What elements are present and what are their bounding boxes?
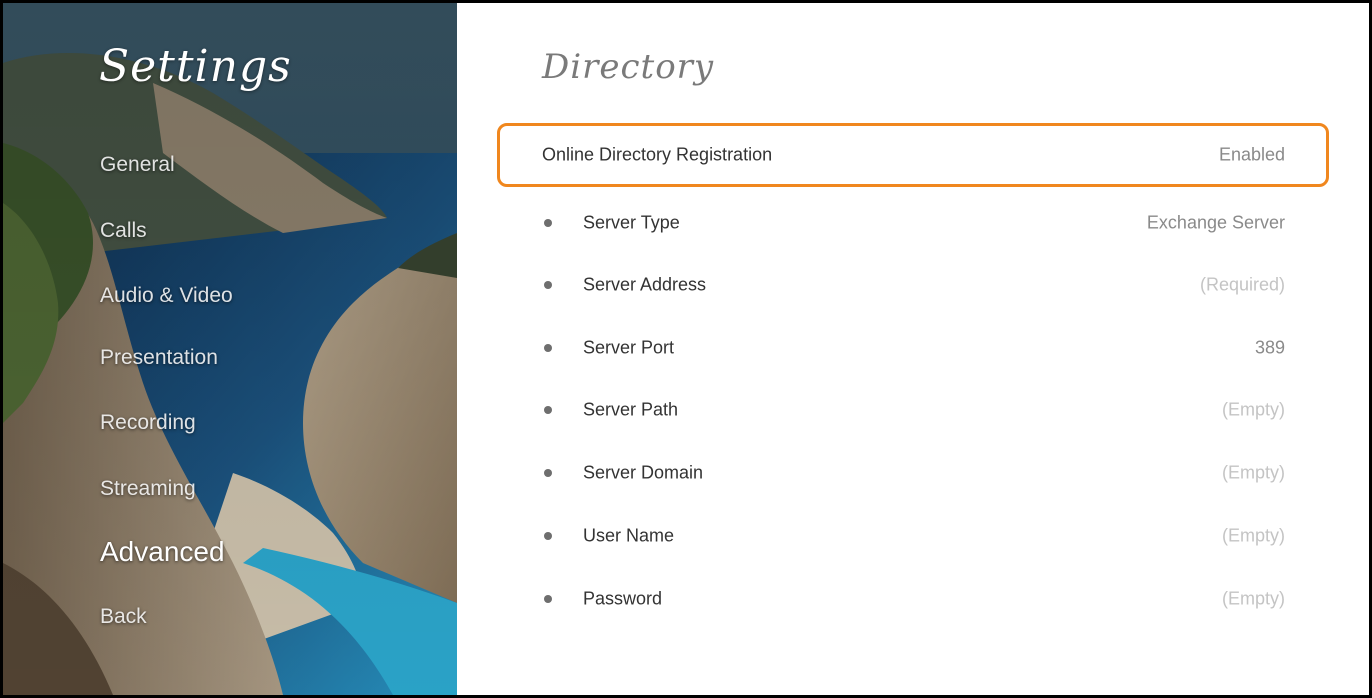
setting-row-server-path[interactable]: Server Path (Empty) (497, 378, 1329, 442)
setting-value: (Empty) (1222, 525, 1285, 546)
setting-value: (Required) (1199, 274, 1285, 295)
settings-title: Settings (99, 41, 292, 92)
setting-value: (Empty) (1222, 588, 1285, 609)
setting-label: Server Address (583, 274, 707, 295)
setting-label: Server Type (583, 212, 680, 233)
nav-item-recording[interactable]: Recording (100, 411, 196, 435)
landscape-background-image (3, 3, 457, 695)
nav-item-calls[interactable]: Calls (100, 219, 147, 243)
setting-value: Enabled (1218, 144, 1285, 165)
setting-row-user-name[interactable]: User Name (Empty) (497, 504, 1329, 568)
setting-label: Password (583, 588, 663, 609)
setting-label: Online Directory Registration (542, 144, 773, 165)
bullet-icon (544, 406, 552, 414)
setting-label: Server Domain (583, 462, 704, 483)
page-title: Directory (542, 47, 715, 87)
setting-row-online-directory-registration[interactable]: Online Directory Registration Enabled (497, 123, 1329, 187)
setting-row-server-address[interactable]: Server Address (Required) (497, 253, 1329, 317)
settings-sidebar: Settings General Calls Audio & Video Pre… (3, 3, 457, 695)
setting-row-password[interactable]: Password (Empty) (497, 567, 1329, 631)
setting-row-server-port[interactable]: Server Port 389 (497, 316, 1329, 380)
setting-label: Server Port (583, 337, 675, 358)
setting-value: 389 (1254, 337, 1285, 358)
setting-value: (Empty) (1222, 462, 1285, 483)
bullet-icon (544, 344, 552, 352)
nav-item-back[interactable]: Back (100, 605, 147, 629)
bullet-icon (544, 281, 552, 289)
bullet-icon (544, 532, 552, 540)
nav-item-streaming[interactable]: Streaming (100, 477, 196, 501)
setting-row-server-domain[interactable]: Server Domain (Empty) (497, 441, 1329, 505)
nav-item-advanced[interactable]: Advanced (100, 536, 225, 568)
bullet-icon (544, 219, 552, 227)
setting-value: (Empty) (1222, 399, 1285, 420)
setting-label: User Name (583, 525, 675, 546)
nav-item-audio-video[interactable]: Audio & Video (100, 284, 233, 308)
setting-row-server-type[interactable]: Server Type Exchange Server (497, 191, 1329, 255)
bullet-icon (544, 595, 552, 603)
nav-item-presentation[interactable]: Presentation (100, 346, 218, 370)
nav-item-general[interactable]: General (100, 153, 175, 177)
bullet-icon (544, 469, 552, 477)
settings-screen: Settings General Calls Audio & Video Pre… (3, 3, 1369, 695)
directory-panel: Directory Online Directory Registration … (457, 3, 1369, 695)
setting-value: Exchange Server (1146, 212, 1285, 233)
setting-label: Server Path (583, 399, 679, 420)
